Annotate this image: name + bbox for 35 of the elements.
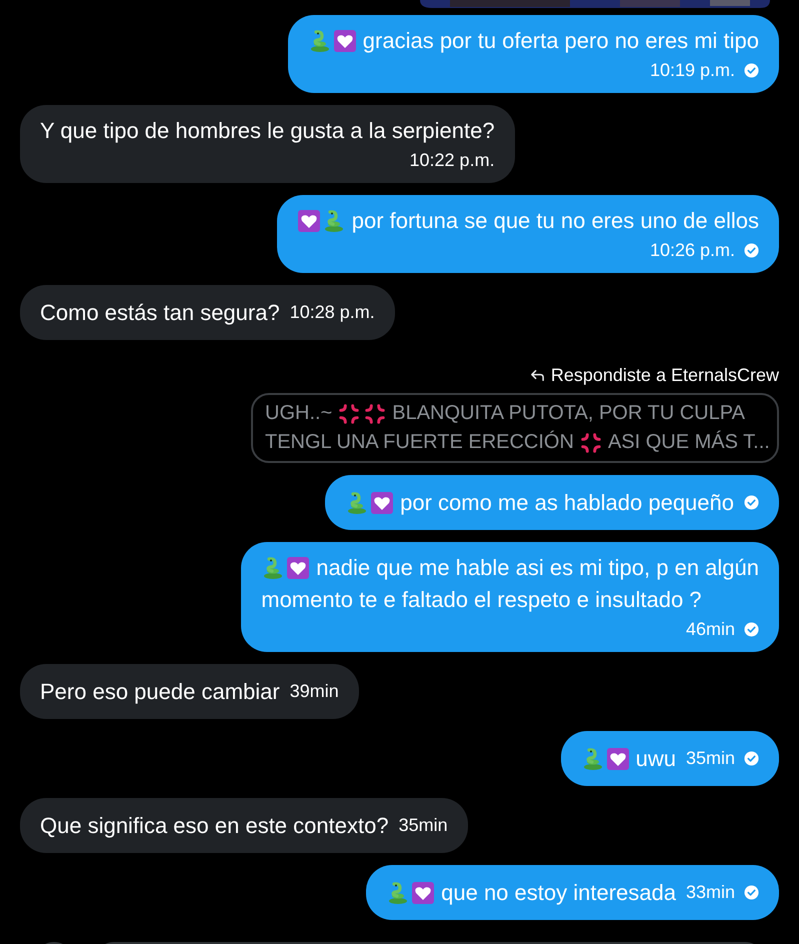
quote-text: BLANQUITA PUTOTA, POR TU CULPA bbox=[392, 401, 745, 426]
check-icon bbox=[744, 885, 759, 900]
check-icon bbox=[744, 622, 759, 636]
message-time: 35min bbox=[398, 814, 448, 837]
anger-icon bbox=[338, 402, 360, 424]
reply-label: Respondiste a EternalsCrew bbox=[550, 364, 779, 387]
message-text: Como estás tan segura? bbox=[40, 299, 280, 327]
message-time: 10:22 p.m. bbox=[410, 149, 495, 172]
message-time: 10:19 p.m. bbox=[650, 59, 735, 82]
check-icon bbox=[744, 495, 759, 510]
message-time: 46min bbox=[686, 618, 735, 641]
quote-text: UGH..~ bbox=[265, 401, 332, 426]
message-time: 10:26 p.m. bbox=[650, 239, 735, 262]
message-text: por fortuna se que tu no eres uno de ellos bbox=[352, 207, 759, 235]
check-icon bbox=[744, 751, 759, 766]
message-time: 10:28 p.m. bbox=[290, 301, 375, 324]
message-text: Pero eso puede cambiar bbox=[40, 678, 280, 706]
anger-icon bbox=[364, 402, 386, 424]
message-text: Que significa eso en este contexto? bbox=[40, 812, 389, 840]
check-icon bbox=[744, 62, 759, 78]
message-time: 39min bbox=[290, 680, 339, 703]
message-time: 35min bbox=[686, 747, 735, 770]
message-text: Y que tipo de hombres le gusta a la serpiente? bbox=[40, 117, 495, 145]
message-text: nadie que me hable asi es mi tipo, p en algún bbox=[316, 554, 759, 582]
quote-text: TENGL UNA FUERTE ERECCIÓN bbox=[265, 430, 574, 455]
check-icon bbox=[744, 242, 759, 258]
message-text: gracias por tu oferta pero no eres mi tipo bbox=[362, 27, 759, 55]
message-text: por como me as hablado pequeño bbox=[400, 489, 734, 517]
message-text: que no estoy interesada bbox=[441, 879, 676, 907]
message-time: 33min bbox=[686, 881, 735, 904]
message-text: uwu bbox=[636, 745, 676, 773]
reply-arrow-icon bbox=[530, 368, 545, 383]
quote-text: ASI QUE MÁS T... bbox=[608, 430, 770, 455]
message-text: momento te e faltado el respeto e insultado ? bbox=[261, 586, 702, 614]
anger-icon bbox=[580, 432, 602, 454]
